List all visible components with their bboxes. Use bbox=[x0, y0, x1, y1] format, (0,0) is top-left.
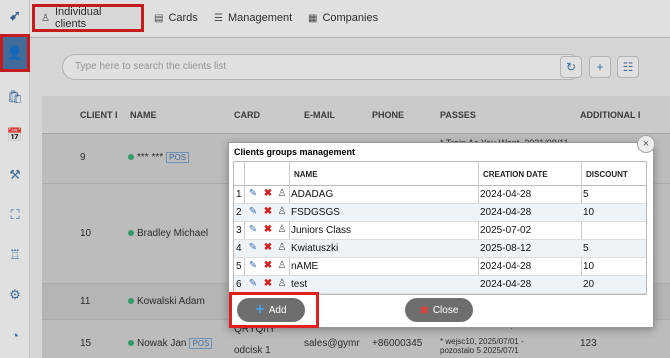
user-icon[interactable]: ♙ bbox=[276, 242, 288, 254]
add-button-label: Add bbox=[268, 304, 287, 316]
delete-icon[interactable]: ✖ bbox=[262, 278, 274, 290]
add-button[interactable]: + Add bbox=[237, 298, 305, 322]
row-number: 4 bbox=[236, 243, 242, 254]
group-name: test bbox=[291, 279, 308, 290]
group-creation-date: 2025-07-02 bbox=[480, 225, 532, 236]
delete-icon[interactable]: ✖ bbox=[262, 260, 274, 272]
group-creation-date: 2024-04-28 bbox=[480, 189, 532, 200]
row-number: 1 bbox=[236, 189, 242, 200]
modal-title: Clients groups management bbox=[234, 147, 356, 157]
edit-icon[interactable]: ✎ bbox=[247, 278, 259, 290]
user-icon[interactable]: ♙ bbox=[276, 188, 288, 200]
group-row[interactable]: 4 ✎ ✖ ♙ Kwiatuszki 2025-08-12 5 bbox=[234, 240, 646, 258]
group-creation-date: 2024-04-28 bbox=[480, 279, 532, 290]
row-number: 6 bbox=[236, 279, 242, 290]
group-row[interactable]: 2 ✎ ✖ ♙ FSDGSGS 2024-04-28 10 bbox=[234, 204, 646, 222]
group-row[interactable]: 1 ✎ ✖ ♙ ADADAG 2024-04-28 5 bbox=[234, 186, 646, 204]
group-discount: 10 bbox=[583, 261, 595, 272]
group-creation-date: 2024-04-28 bbox=[480, 207, 532, 218]
group-discount: 20 bbox=[583, 279, 595, 290]
group-row[interactable]: 5 ✎ ✖ ♙ nAME 2024-04-28 10 bbox=[234, 258, 646, 276]
delete-icon[interactable]: ✖ bbox=[262, 224, 274, 236]
delete-icon[interactable]: ✖ bbox=[262, 188, 274, 200]
modal-footer: + Add ✖ Close bbox=[229, 292, 653, 328]
column-header-discount[interactable]: DISCOUNT bbox=[586, 170, 628, 179]
group-discount: 5 bbox=[583, 243, 589, 254]
row-number: 3 bbox=[236, 225, 242, 236]
group-discount: 5 bbox=[583, 189, 589, 200]
group-discount: 10 bbox=[583, 207, 595, 218]
group-name: ADADAG bbox=[291, 189, 334, 200]
close-button-label: Close bbox=[432, 304, 459, 316]
groups-modal: Clients groups management × NAME CREATIO… bbox=[228, 135, 655, 328]
groups-table-header: NAME CREATION DATE DISCOUNT bbox=[234, 162, 646, 186]
groups-table: NAME CREATION DATE DISCOUNT 1 ✎ ✖ ♙ ADADAG 20… bbox=[233, 161, 647, 295]
edit-icon[interactable]: ✎ bbox=[247, 188, 259, 200]
group-row[interactable]: 3 ✎ ✖ ♙ Juniors Class 2025-07-02 bbox=[234, 222, 646, 240]
row-number: 5 bbox=[236, 261, 242, 272]
group-creation-date: 2024-04-28 bbox=[480, 261, 532, 272]
x-icon: ✖ bbox=[419, 304, 429, 317]
delete-icon[interactable]: ✖ bbox=[262, 242, 274, 254]
edit-icon[interactable]: ✎ bbox=[247, 224, 259, 236]
edit-icon[interactable]: ✎ bbox=[247, 260, 259, 272]
edit-icon[interactable]: ✎ bbox=[247, 242, 259, 254]
plus-icon: + bbox=[255, 301, 265, 318]
user-icon[interactable]: ♙ bbox=[276, 206, 288, 218]
row-number: 2 bbox=[236, 207, 242, 218]
column-header-name[interactable]: NAME bbox=[294, 170, 318, 179]
column-header-date[interactable]: CREATION DATE bbox=[483, 170, 548, 179]
close-button[interactable]: ✖ Close bbox=[405, 298, 473, 322]
group-name: Kwiatuszki bbox=[291, 243, 339, 254]
group-name: FSDGSGS bbox=[291, 207, 340, 218]
group-name: nAME bbox=[291, 261, 319, 272]
user-icon[interactable]: ♙ bbox=[276, 224, 288, 236]
close-icon[interactable]: × bbox=[637, 135, 655, 153]
user-icon[interactable]: ♙ bbox=[276, 278, 288, 290]
group-name: Juniors Class bbox=[291, 225, 352, 236]
delete-icon[interactable]: ✖ bbox=[262, 206, 274, 218]
edit-icon[interactable]: ✎ bbox=[247, 206, 259, 218]
user-icon[interactable]: ♙ bbox=[276, 260, 288, 272]
group-creation-date: 2025-08-12 bbox=[480, 243, 532, 254]
